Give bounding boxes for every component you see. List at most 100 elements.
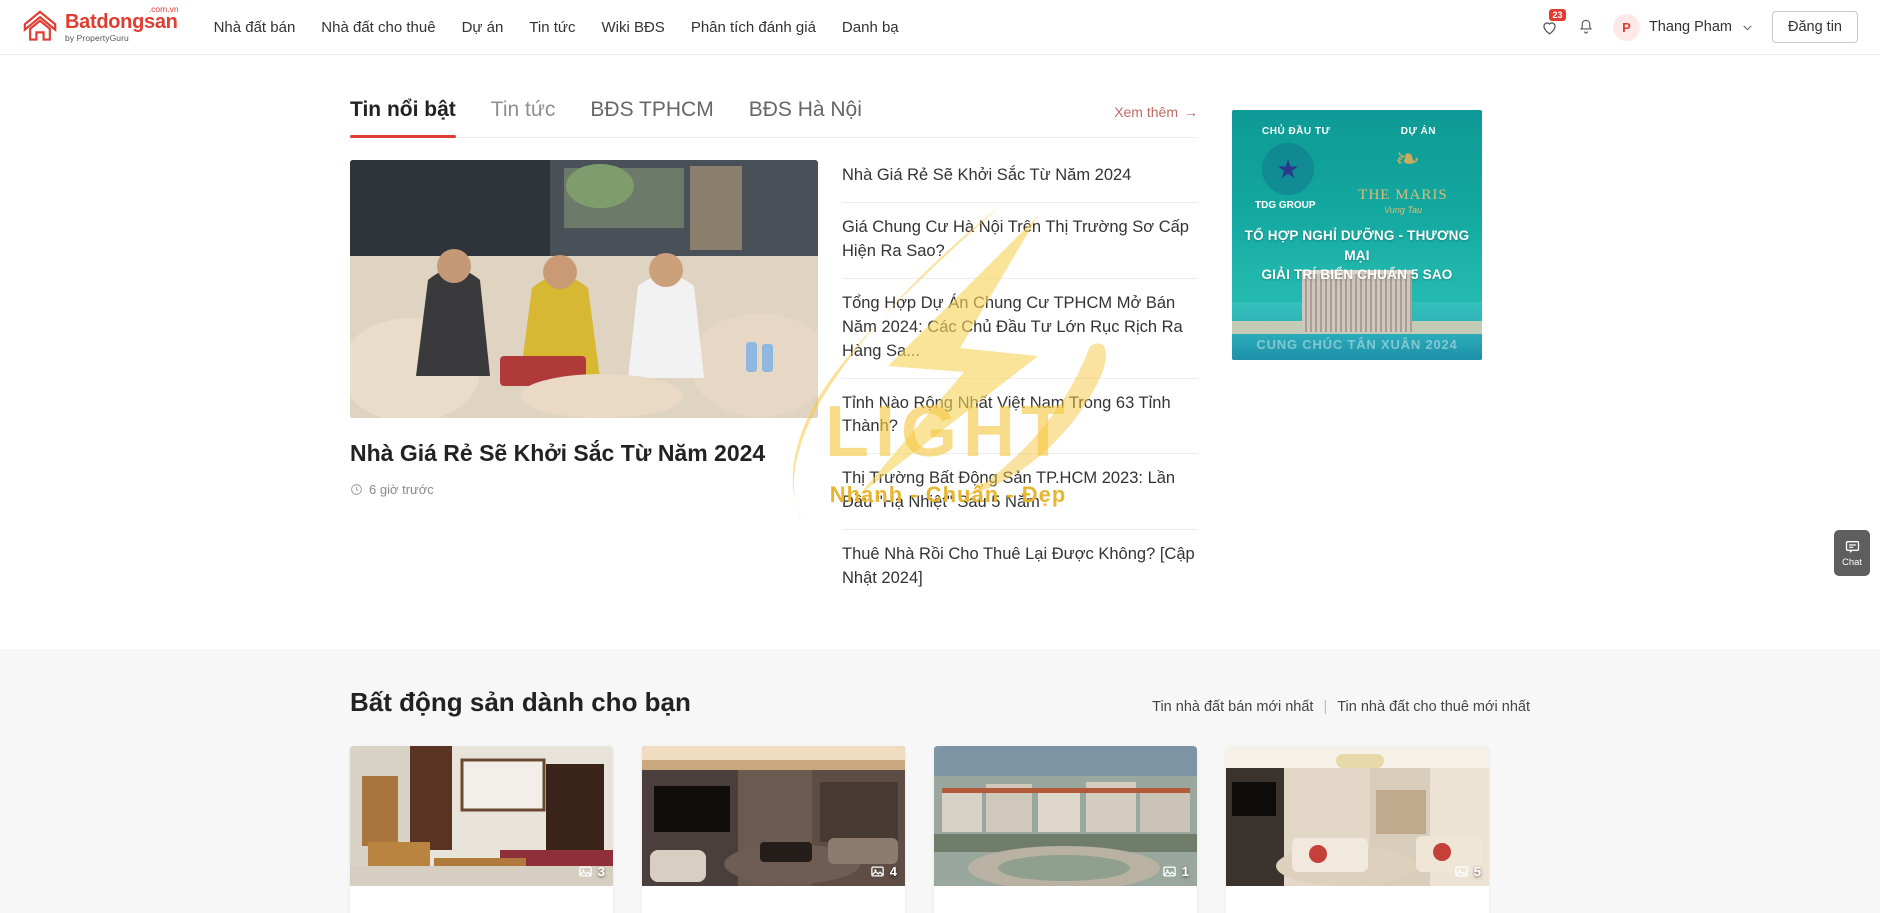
property-filter-links: Tin nhà đất bán mới nhất | Tin nhà đất c…	[1152, 699, 1530, 715]
article-list: Nhà Giá Rẻ Sẽ Khởi Sắc Từ Năm 2024 Giá C…	[842, 160, 1198, 605]
logo-tagline: by PropertyGuru	[65, 32, 129, 43]
ad-headline-line2: GIẢI TRÍ BIỂN CHUẨN 5 SAO	[1261, 267, 1453, 283]
property-image[interactable]: 1	[934, 746, 1197, 887]
site-header: Batdongsan .com.vn by PropertyGuru Nhà đấ…	[0, 0, 1880, 55]
avatar: P	[1612, 13, 1640, 41]
nav-item-nha-dat-cho-thue[interactable]: Nhà đất cho thuê	[321, 19, 435, 36]
property-image[interactable]: 4	[642, 746, 905, 887]
site-logo[interactable]: Batdongsan .com.vn by PropertyGuru	[22, 5, 179, 44]
favorites-button[interactable]: 23	[1540, 8, 1566, 37]
featured-article[interactable]: Nhà Giá Rẻ Sẽ Khởi Sắc Từ Năm 2024 6 giờ…	[350, 160, 818, 605]
logo-name: Batdongsan	[65, 10, 178, 33]
ad-project-location: Vung Tau	[1383, 205, 1423, 215]
tab-bds-tphcm[interactable]: BĐS TPHCM	[590, 98, 713, 137]
ad-project-label: DỰ ÁN	[1400, 126, 1436, 137]
property-image[interactable]: 5	[1226, 746, 1489, 887]
list-item[interactable]: Thuê Nhà Rồi Cho Thuê Lại Được Không? [C…	[842, 530, 1198, 605]
nav-item-wiki-bds[interactable]: Wiki BĐS	[601, 19, 664, 36]
image-icon	[1455, 866, 1468, 877]
see-more-link[interactable]: Xem thêm →	[1114, 104, 1198, 137]
news-section: Tin nổi bật Tin tức BĐS TPHCM BĐS Hà Nội…	[0, 55, 1880, 606]
property-card-body	[1226, 886, 1489, 913]
featured-photo	[350, 160, 818, 418]
list-item[interactable]: Thị Trường Bất Động Sản TP.HCM 2023: Lần…	[842, 454, 1198, 531]
logo-domain: .com.vn	[148, 3, 179, 14]
property-card[interactable]: 5	[1226, 746, 1489, 913]
advertisement-column: CHỦ ĐẦU TƯ DỰ ÁN ★ TDG GROUP ❧ THE MARIS…	[1232, 98, 1482, 605]
photo-count-value: 4	[889, 864, 897, 880]
list-item[interactable]: Nhà Giá Rẻ Sẽ Khởi Sắc Từ Năm 2024	[842, 162, 1198, 203]
property-card-grid: 3 4 1 5	[350, 746, 1530, 913]
batdongsan-logo-icon	[23, 10, 57, 41]
featured-article-time: 6 giờ trước	[369, 481, 434, 497]
ad-developer-label: CHỦ ĐẦU TƯ	[1262, 126, 1331, 137]
list-item[interactable]: Tổng Hợp Dự Án Chung Cư TPHCM Mở Bán Năm…	[842, 279, 1198, 379]
property-image[interactable]: 3	[350, 746, 613, 887]
link-newest-for-rent[interactable]: Tin nhà đất cho thuê mới nhất	[1337, 699, 1530, 715]
property-card[interactable]: 3	[350, 746, 613, 913]
news-tabs: Tin nổi bật Tin tức BĐS TPHCM BĐS Hà Nội…	[350, 98, 1198, 138]
property-card-body	[350, 886, 613, 913]
image-icon	[871, 866, 884, 877]
photo-count-badge: 4	[870, 864, 897, 879]
clock-icon	[351, 484, 362, 495]
nav-item-danh-ba[interactable]: Danh bạ	[842, 19, 899, 36]
photo-count-badge: 1	[1162, 864, 1189, 879]
bell-icon	[1579, 19, 1592, 34]
list-item[interactable]: Giá Chung Cư Hà Nội Trên Thị Trường Sơ C…	[842, 203, 1198, 279]
list-item[interactable]: Tỉnh Nào Rộng Nhất Việt Nam Trong 63 Tỉn…	[842, 379, 1198, 455]
see-more-label: Xem thêm	[1114, 104, 1178, 120]
header-actions: 23 P Thang Pham Đăng tin	[1540, 8, 1858, 43]
image-icon	[1163, 866, 1176, 877]
chevron-down-icon	[1743, 24, 1752, 30]
property-card[interactable]: 1	[934, 746, 1197, 913]
image-icon	[579, 866, 592, 877]
nav-item-tin-tuc[interactable]: Tin tức	[529, 19, 575, 36]
photo-count-value: 5	[1473, 864, 1481, 880]
ad-project-emblem-icon: ❧	[1394, 143, 1420, 176]
featured-article-image[interactable]	[350, 160, 818, 418]
property-photo	[350, 746, 613, 887]
news-main-column: Tin nổi bật Tin tức BĐS TPHCM BĐS Hà Nội…	[350, 98, 1198, 605]
ad-project-name: THE MARIS	[1358, 187, 1448, 203]
page-title: Bất động sản dành cho bạn	[350, 687, 691, 718]
nav-item-phan-tich-danh-gia[interactable]: Phân tích đánh giá	[691, 19, 816, 36]
chat-bubble-icon	[1845, 540, 1859, 553]
chat-widget-label: Chat	[1841, 556, 1863, 568]
main-navigation: Nhà đất bán Nhà đất cho thuê Dự án Tin t…	[214, 19, 899, 36]
tab-tin-tuc[interactable]: Tin tức	[491, 98, 556, 137]
ad-headline-line1: TỔ HỢP NGHỈ DƯỠNG - THƯƠNG MẠI	[1244, 228, 1470, 263]
tab-bds-ha-noi[interactable]: BĐS Hà Nội	[749, 98, 862, 137]
photo-count-badge: 3	[578, 864, 605, 879]
photo-count-badge: 5	[1454, 864, 1481, 879]
ad-developer-logo: ★	[1262, 143, 1314, 195]
featured-article-meta: 6 giờ trước	[350, 482, 818, 497]
chat-widget-button[interactable]: Chat	[1834, 530, 1870, 576]
property-photo	[1226, 746, 1489, 887]
tab-tin-noi-bat[interactable]: Tin nổi bật	[350, 98, 456, 138]
ad-greeting: CUNG CHÚC TÂN XUÂN 2024	[1256, 337, 1458, 352]
nav-item-du-an[interactable]: Dự án	[462, 19, 504, 36]
property-card-body	[642, 886, 905, 913]
notifications-button[interactable]	[1577, 18, 1595, 36]
user-menu[interactable]: P Thang Pham	[1612, 13, 1754, 41]
arrow-right-icon: →	[1184, 104, 1198, 120]
nav-item-nha-dat-ban[interactable]: Nhà đất bán	[214, 19, 296, 36]
link-newest-for-sale[interactable]: Tin nhà đất bán mới nhất	[1152, 699, 1313, 715]
recommended-properties-section: Bất động sản dành cho bạn Tin nhà đất bá…	[0, 649, 1880, 913]
ad-headline: TỔ HỢP NGHỈ DƯỠNG - THƯƠNG MẠI GIẢI TRÍ …	[1232, 226, 1482, 285]
ad-banner-the-maris[interactable]: CHỦ ĐẦU TƯ DỰ ÁN ★ TDG GROUP ❧ THE MARIS…	[1232, 110, 1482, 360]
favorites-badge: 23	[1548, 8, 1566, 21]
user-name: Thang Pham	[1648, 19, 1732, 35]
post-listing-button[interactable]: Đăng tin	[1771, 11, 1858, 43]
photo-count-value: 1	[1181, 864, 1189, 880]
property-photo	[934, 746, 1197, 887]
ad-developer-name: TDG GROUP	[1255, 200, 1316, 211]
property-card[interactable]: 4	[642, 746, 905, 913]
featured-article-title[interactable]: Nhà Giá Rẻ Sẽ Khởi Sắc Từ Năm 2024	[350, 439, 818, 469]
photo-count-value: 3	[597, 864, 605, 880]
star-icon: ★	[1276, 153, 1300, 184]
property-photo	[642, 746, 905, 887]
property-card-body	[934, 886, 1197, 913]
link-separator: |	[1323, 699, 1328, 716]
